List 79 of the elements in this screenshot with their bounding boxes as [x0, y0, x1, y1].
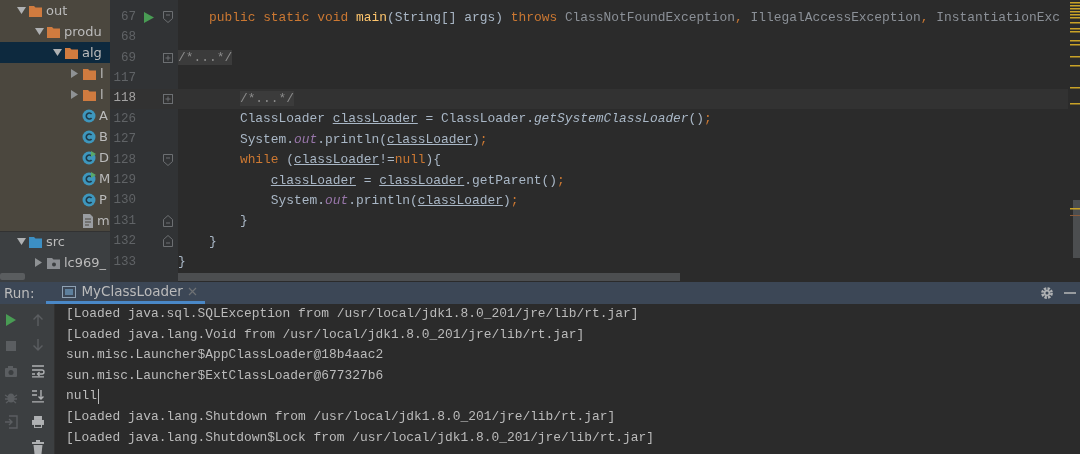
collapsed-icon[interactable] [71, 90, 79, 99]
folder-icon [82, 66, 97, 81]
scrollbar[interactable] [178, 273, 680, 281]
tree-label: M [99, 169, 110, 188]
code-line: ClassLoader classLoader = ClassLoader.getSystemClassLoader(); [238, 110, 712, 129]
code-line: } [178, 253, 186, 272]
close-icon[interactable] [187, 287, 197, 296]
panel-title: Run: [3, 283, 36, 303]
run-icon[interactable] [4, 313, 18, 327]
run-tab[interactable]: MyClassLoader [46, 282, 205, 304]
collapsed-icon[interactable] [35, 258, 43, 267]
expand-icon[interactable] [163, 52, 173, 63]
expanded-icon[interactable] [16, 238, 26, 246]
tree-label: P [99, 190, 107, 209]
console-line: sun.misc.Launcher$AppClassLoader@18b4aac2 [66, 346, 384, 365]
tree-label: l [100, 64, 104, 83]
console-line: sun.misc.Launcher$ExtClassLoader@677327b6 [66, 366, 384, 385]
code-line: } [238, 212, 248, 231]
expanded-icon[interactable] [52, 48, 62, 57]
console-line: [Loaded java.sql.SQLException from /usr/local/jdk1.8.0_201/jre/lib/rt.jar] [66, 305, 639, 323]
folder-icon [82, 87, 97, 102]
code-line: } [207, 232, 217, 251]
code-line: public static void main(String[] args) throws ClassNotFoundException, IllegalAccessException, InstantiationExc [207, 8, 1061, 27]
package-icon [46, 255, 61, 270]
tree-label: B [99, 127, 108, 146]
code-line: classLoader = classLoader.getParent(); [269, 171, 565, 190]
settings-icon[interactable] [1040, 286, 1054, 300]
line-number: 118 [112, 90, 136, 108]
folder-icon [28, 235, 43, 249]
print-icon[interactable] [31, 414, 45, 429]
expand-icon[interactable] [163, 93, 173, 104]
code-line: System.out.println(classLoader); [238, 130, 488, 149]
tree-row[interactable]: B [0, 126, 110, 147]
code-line: while (classLoader!=null){ [238, 151, 442, 170]
tree-row[interactable]: out [0, 0, 110, 21]
scroll-to-end-icon[interactable] [31, 389, 45, 404]
tree-row[interactable]: produ [0, 21, 110, 42]
tree-row[interactable]: m [0, 210, 110, 231]
tree-label: out [46, 1, 68, 20]
folder-icon [46, 24, 61, 39]
tree-row[interactable]: alg [0, 42, 110, 63]
tree-row[interactable]: P [0, 189, 110, 210]
folder-icon [64, 45, 79, 60]
tree-label: l [100, 85, 104, 104]
file-icon [82, 213, 94, 228]
code-line: System.out.println(classLoader); [269, 192, 519, 211]
scrollbar[interactable] [0, 273, 25, 280]
tree-label: produ [64, 22, 102, 41]
tree-label: A [99, 106, 108, 125]
tree-row[interactable]: D [0, 147, 110, 168]
collapse-icon[interactable] [163, 11, 173, 24]
tree-label: m [97, 211, 110, 230]
collapse-icon[interactable] [163, 215, 173, 228]
tree-label: lc969_ [64, 253, 107, 272]
console-line: null [66, 387, 97, 406]
tree-row[interactable]: l [0, 84, 110, 105]
tree-row[interactable]: src [0, 231, 110, 252]
tree-label: src [46, 233, 65, 252]
collapsed-icon[interactable] [71, 69, 79, 78]
tree-row[interactable]: A [0, 105, 110, 126]
run-icon[interactable] [144, 11, 154, 23]
folder-icon [28, 3, 43, 18]
tree-row[interactable]: l [0, 63, 110, 84]
collapse-icon[interactable] [163, 153, 173, 166]
trash-icon[interactable] [31, 440, 45, 454]
console-line: [Loaded java.lang.Void from /usr/local/jdk1.8.0_201/jre/lib/rt.jar] [66, 325, 585, 344]
folded-code[interactable]: /*...*/ [239, 91, 295, 107]
tree-row[interactable]: lc969_ [0, 252, 110, 273]
expanded-icon[interactable] [34, 27, 44, 36]
folded-code[interactable]: /*...*/ [178, 50, 233, 66]
console-line: [Loaded java.lang.Shutdown$Lock from /usr/local/jdk1.8.0_201/jre/lib/rt.jar] [66, 428, 654, 447]
expanded-icon[interactable] [16, 6, 26, 15]
tree-label: D [99, 148, 109, 167]
console-icon [62, 285, 77, 298]
soft-wrap-icon[interactable] [31, 363, 45, 378]
console-line: [Loaded java.lang.Shutdown from /usr/local/jdk1.8.0_201/jre/lib/rt.jar] [66, 407, 616, 426]
collapse-icon[interactable] [163, 235, 173, 248]
tree-row[interactable]: M [0, 168, 110, 189]
tree-label: alg [82, 43, 102, 62]
